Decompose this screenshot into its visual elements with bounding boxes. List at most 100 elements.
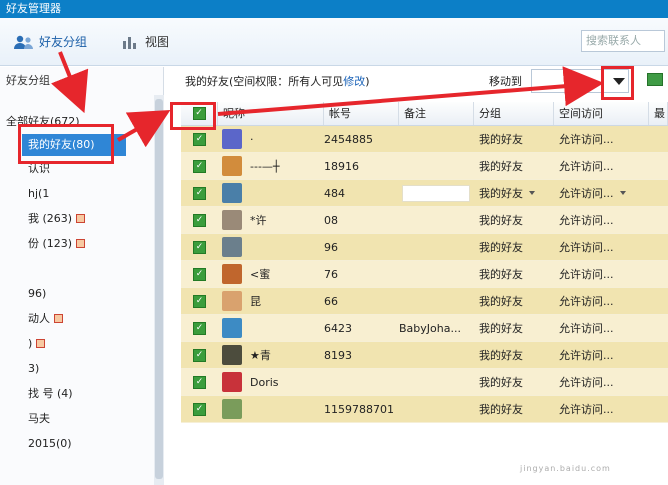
row-checkbox[interactable]: ✓: [193, 375, 206, 389]
row-checkbox-cell[interactable]: ✓: [181, 153, 218, 179]
export-icon[interactable]: [647, 73, 663, 86]
group-cell[interactable]: 我的好友: [474, 261, 554, 287]
row-checkbox-cell[interactable]: ✓: [181, 207, 218, 233]
table-row[interactable]: ✓ ★青 8193 我的好友 允许访问...: [181, 342, 668, 369]
table-row[interactable]: ✓ *许 08 我的好友 允许访问...: [181, 207, 668, 234]
sidebar-item[interactable]: 动人: [0, 306, 150, 331]
sidebar-item[interactable]: 我 (263): [0, 206, 150, 231]
space-access-cell[interactable]: 允许访问...: [554, 396, 649, 422]
account-cell: [324, 369, 399, 395]
table-row[interactable]: ✓ 6423 BabyJoha... 我的好友 允许访问...: [181, 315, 668, 342]
space-dropdown-icon[interactable]: [619, 191, 626, 195]
column-nickname[interactable]: 昵称: [218, 102, 324, 125]
space-access-cell[interactable]: 允许访问...: [554, 126, 649, 152]
column-remark[interactable]: 备注: [399, 102, 474, 125]
table-row[interactable]: ✓ 昆 66 我的好友 允许访问...: [181, 288, 668, 315]
space-access-cell[interactable]: 允许访问...: [554, 180, 649, 206]
column-space-access[interactable]: 空间访问: [554, 102, 649, 125]
remark-cell[interactable]: [399, 369, 474, 395]
group-cell[interactable]: 我的好友: [474, 315, 554, 341]
row-checkbox-cell[interactable]: ✓: [181, 342, 218, 368]
row-checkbox[interactable]: ✓: [193, 402, 206, 416]
sidebar-item[interactable]: 找 号 (4): [0, 381, 150, 406]
row-checkbox[interactable]: ✓: [193, 267, 206, 281]
group-cell[interactable]: 我的好友: [474, 234, 554, 260]
sidebar-item[interactable]: [0, 256, 150, 281]
row-checkbox[interactable]: ✓: [193, 240, 206, 254]
row-checkbox[interactable]: ✓: [193, 321, 206, 335]
space-access-cell[interactable]: 允许访问...: [554, 153, 649, 179]
table-row[interactable]: ✓ 96 我的好友 允许访问...: [181, 234, 668, 261]
remark-cell[interactable]: [399, 396, 474, 422]
space-access-cell[interactable]: 允许访问...: [554, 288, 649, 314]
row-checkbox-cell[interactable]: ✓: [181, 234, 218, 260]
space-access-cell[interactable]: 允许访问...: [554, 234, 649, 260]
row-checkbox[interactable]: ✓: [193, 159, 206, 173]
sidebar-item[interactable]: hj(1: [0, 181, 150, 206]
column-account[interactable]: 帐号: [324, 102, 399, 125]
sidebar-item-label: 2015(0): [28, 437, 72, 450]
table-row[interactable]: ✓ ---—┼ 18916 我的好友 允许访问...: [181, 153, 668, 180]
sidebar-scrollbar[interactable]: [154, 95, 164, 485]
space-access-cell[interactable]: 允许访问...: [554, 342, 649, 368]
search-input[interactable]: 搜索联系人: [581, 30, 665, 52]
remark-cell[interactable]: [399, 234, 474, 260]
table-row[interactable]: ✓ · 2454885 我的好友 允许访问...: [181, 126, 668, 153]
space-access: 允许访问...: [559, 403, 614, 416]
remark-input[interactable]: [402, 184, 470, 202]
table-row[interactable]: ✓ <蜜 76 我的好友 允许访问...: [181, 261, 668, 288]
view-tab[interactable]: 视图: [122, 32, 169, 52]
row-checkbox-cell[interactable]: ✓: [181, 288, 218, 314]
remark-cell[interactable]: BabyJoha...: [399, 315, 474, 341]
sidebar-item[interactable]: 份 (123): [0, 231, 150, 256]
group-cell[interactable]: 我的好友: [474, 396, 554, 422]
last-cell: [649, 288, 668, 314]
row-checkbox[interactable]: ✓: [193, 294, 206, 308]
remark-cell[interactable]: [399, 288, 474, 314]
row-checkbox-cell[interactable]: ✓: [181, 396, 218, 422]
sidebar-item[interactable]: 3): [0, 356, 150, 381]
nickname-cell: 昆: [218, 288, 324, 314]
remark-cell[interactable]: [399, 126, 474, 152]
column-last[interactable]: 最: [649, 102, 668, 125]
group: 我的好友: [479, 349, 523, 362]
space-access-cell[interactable]: 允许访问...: [554, 207, 649, 233]
group-cell[interactable]: 我的好友: [474, 369, 554, 395]
group-cell[interactable]: 我的好友: [474, 288, 554, 314]
remark-cell[interactable]: [399, 207, 474, 233]
space-access-cell[interactable]: 允许访问...: [554, 369, 649, 395]
table-row[interactable]: ✓ 1159788701 我的好友 允许访问...: [181, 396, 668, 423]
space-access-cell[interactable]: 允许访问...: [554, 315, 649, 341]
row-checkbox[interactable]: ✓: [193, 213, 206, 227]
row-checkbox[interactable]: ✓: [193, 348, 206, 362]
account-cell: 484: [324, 180, 399, 206]
remark-cell[interactable]: [399, 153, 474, 179]
sidebar-item[interactable]: ): [0, 331, 150, 356]
group-cell[interactable]: 我的好友: [474, 207, 554, 233]
column-group[interactable]: 分组: [474, 102, 554, 125]
row-checkbox-cell[interactable]: ✓: [181, 369, 218, 395]
row-checkbox-cell[interactable]: ✓: [181, 261, 218, 287]
table-row[interactable]: ✓ Doris 我的好友 允许访问...: [181, 369, 668, 396]
row-checkbox[interactable]: ✓: [193, 132, 206, 146]
group-cell[interactable]: 我的好友: [474, 153, 554, 179]
remark-cell[interactable]: [399, 342, 474, 368]
sidebar-item[interactable]: 马夫: [0, 406, 150, 431]
sidebar-item[interactable]: 96): [0, 281, 150, 306]
group-dropdown-icon[interactable]: [529, 191, 535, 195]
row-checkbox-cell[interactable]: ✓: [181, 315, 218, 341]
friend-groups-tab[interactable]: 好友分组: [14, 32, 87, 52]
row-checkbox-cell[interactable]: ✓: [181, 180, 218, 206]
space-access-cell[interactable]: 允许访问...: [554, 261, 649, 287]
nickname-cell: ★青: [218, 342, 324, 368]
modify-link[interactable]: 修改: [343, 73, 365, 89]
group-cell[interactable]: 我的好友: [474, 342, 554, 368]
remark-cell[interactable]: [399, 180, 474, 206]
group-cell[interactable]: 我的好友: [474, 126, 554, 152]
row-checkbox[interactable]: ✓: [193, 186, 206, 200]
remark-cell[interactable]: [399, 261, 474, 287]
scrollbar-thumb[interactable]: [155, 99, 163, 479]
table-row[interactable]: ✓ 484 我的好友 允许访问...: [181, 180, 668, 207]
sidebar-item[interactable]: 2015(0): [0, 431, 150, 456]
group-cell[interactable]: 我的好友: [474, 180, 554, 206]
